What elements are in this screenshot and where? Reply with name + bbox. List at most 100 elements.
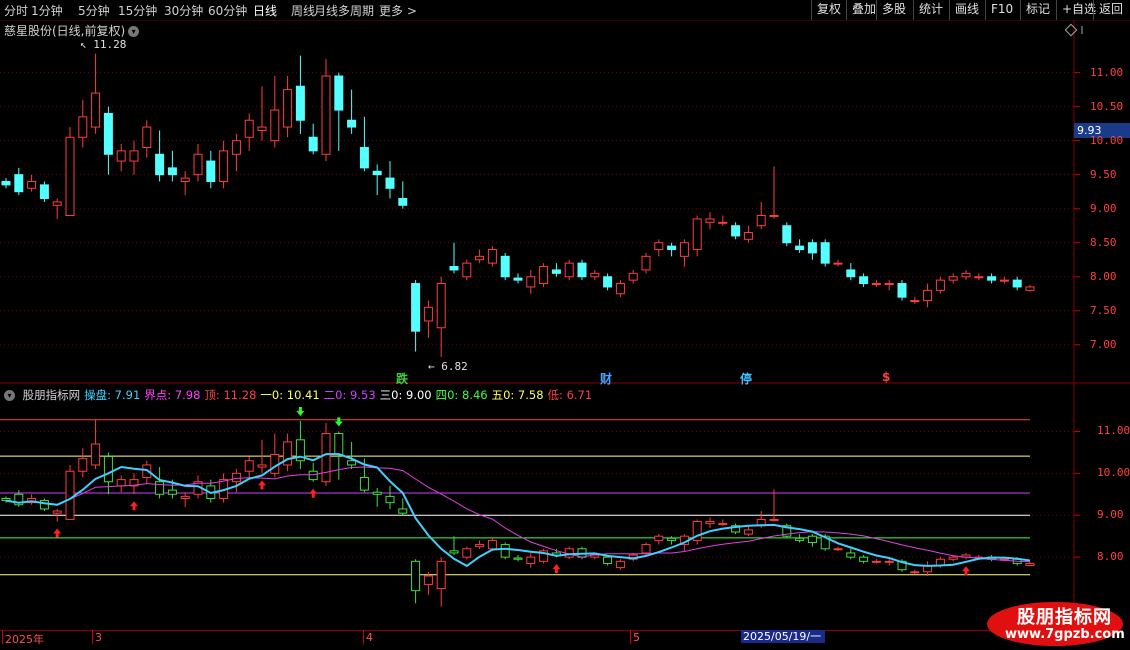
candle-body bbox=[462, 262, 472, 278]
candle-body bbox=[705, 218, 715, 223]
candle-body bbox=[833, 262, 843, 265]
candle-body bbox=[795, 245, 805, 251]
candle-body bbox=[65, 470, 75, 520]
candle-body bbox=[347, 460, 357, 466]
candle-body bbox=[551, 269, 561, 274]
candle-body bbox=[65, 136, 75, 217]
event-marker: 跌 bbox=[396, 372, 409, 386]
indicator-label: 顶: bbox=[204, 388, 220, 402]
candle-body bbox=[961, 272, 971, 278]
candle-body bbox=[411, 560, 421, 592]
candle-body bbox=[142, 126, 152, 148]
price-tick: 9.00 bbox=[1090, 201, 1117, 215]
indicator-value: 低: 6.71 bbox=[548, 388, 593, 402]
candle-body bbox=[283, 89, 293, 128]
candle-body bbox=[231, 140, 241, 155]
candle-body bbox=[1025, 562, 1035, 567]
candle-body bbox=[321, 433, 331, 483]
chevron-down-icon[interactable]: ▾ bbox=[4, 390, 15, 401]
candle-body bbox=[219, 150, 229, 182]
candle-body bbox=[884, 560, 894, 563]
candle-body bbox=[257, 464, 267, 468]
candle-body bbox=[385, 495, 395, 504]
date-separator bbox=[92, 630, 93, 644]
candle-body bbox=[769, 518, 779, 521]
candle-body bbox=[1025, 286, 1035, 291]
indicator-number: 9.00 bbox=[402, 388, 432, 402]
candle-body bbox=[679, 242, 689, 257]
candle-body bbox=[462, 548, 472, 558]
candle-body bbox=[449, 266, 459, 271]
candle-body bbox=[398, 197, 408, 206]
candle-body bbox=[423, 306, 433, 322]
event-marker: $ bbox=[882, 370, 891, 384]
candle-body bbox=[846, 269, 856, 278]
price-tick: 9.50 bbox=[1090, 167, 1117, 181]
indicator-name[interactable]: 股朋指标网 bbox=[23, 388, 81, 402]
candle-body bbox=[718, 523, 728, 526]
watermark-text: 股朋指标网 bbox=[1017, 607, 1112, 628]
indicator-label: 一0: bbox=[260, 388, 284, 402]
candle-body bbox=[820, 242, 830, 264]
candle-body bbox=[628, 272, 638, 281]
candle-body bbox=[334, 75, 344, 111]
candle-body bbox=[180, 495, 190, 499]
candle-body bbox=[193, 153, 203, 176]
candle-body bbox=[807, 535, 817, 543]
candle-body bbox=[91, 443, 101, 466]
price-tick: 10.00 bbox=[1090, 133, 1124, 147]
candle-body bbox=[615, 560, 625, 569]
indicator-tick: 8.00 bbox=[1097, 550, 1124, 564]
candle-body bbox=[244, 460, 254, 472]
candle-body bbox=[513, 557, 523, 560]
candle-body bbox=[526, 276, 536, 288]
candle-body bbox=[295, 85, 305, 121]
indicator-tick: 10.00 bbox=[1097, 466, 1130, 480]
indicator-label: 三0: bbox=[379, 388, 403, 402]
candle-body bbox=[167, 167, 177, 176]
candle-body bbox=[884, 283, 894, 286]
candle-body bbox=[564, 262, 574, 278]
candle-body bbox=[795, 537, 805, 541]
indicator-number: 8.46 bbox=[458, 388, 488, 402]
candle-body bbox=[129, 150, 139, 162]
candle-body bbox=[206, 160, 216, 182]
indicator-number: 9.53 bbox=[346, 388, 376, 402]
candle-body bbox=[487, 539, 497, 550]
candle-body bbox=[39, 184, 49, 199]
candle-body bbox=[347, 119, 357, 128]
indicator-number: 6.71 bbox=[562, 388, 593, 402]
candle-body bbox=[180, 177, 190, 182]
candle-body bbox=[539, 266, 549, 285]
indicator-label: 四0: bbox=[435, 388, 459, 402]
candle-body bbox=[577, 262, 587, 278]
candle-body bbox=[91, 92, 101, 128]
candle-body bbox=[923, 289, 933, 302]
candle-body bbox=[859, 276, 869, 285]
candle-body bbox=[833, 548, 843, 551]
candle-body bbox=[615, 283, 625, 295]
candle-body bbox=[871, 560, 881, 563]
date-tick: 3 bbox=[95, 631, 102, 644]
candle-body bbox=[641, 255, 651, 271]
candle-body bbox=[948, 556, 958, 560]
candle-body bbox=[654, 242, 664, 251]
sell-arrow-icon bbox=[334, 417, 343, 427]
candle-body bbox=[155, 153, 165, 176]
price-tick: 8.50 bbox=[1090, 235, 1117, 249]
candle-body bbox=[603, 276, 613, 288]
indicator-label: 操盘: bbox=[84, 388, 112, 402]
candle-body bbox=[871, 283, 881, 286]
stock-chart[interactable] bbox=[0, 0, 1130, 650]
candle-body bbox=[910, 571, 920, 574]
candle-body bbox=[116, 150, 126, 162]
candle-body bbox=[103, 112, 113, 155]
candle-body bbox=[52, 510, 62, 514]
candle-body bbox=[359, 477, 369, 491]
high-marker: ↖ 11.28 bbox=[80, 38, 127, 51]
candle-body bbox=[1012, 279, 1022, 288]
diamond-icon bbox=[1064, 23, 1078, 37]
candle-body bbox=[257, 126, 267, 131]
candle-body bbox=[948, 276, 958, 281]
candle-body bbox=[398, 508, 408, 514]
